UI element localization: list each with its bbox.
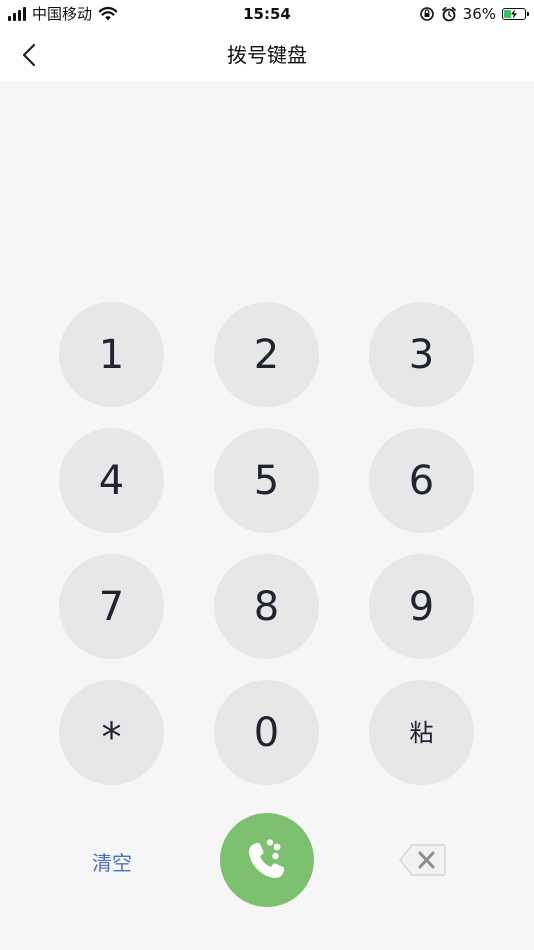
key-label: 3 xyxy=(408,331,435,378)
key-5[interactable]: 5 xyxy=(214,428,319,533)
key-label: 4 xyxy=(98,457,125,504)
dial-keypad: 1 2 3 4 5 6 7 8 9 * 0 粘 xyxy=(59,302,475,785)
battery-charging-icon xyxy=(502,8,529,20)
key-label: 粘 xyxy=(409,718,434,747)
key-label: * xyxy=(101,714,122,761)
backspace-icon xyxy=(399,844,446,876)
status-bar: 中国移动 15:54 36% xyxy=(0,0,534,28)
key-3[interactable]: 3 xyxy=(369,302,474,407)
key-1[interactable]: 1 xyxy=(59,302,164,407)
phone-icon xyxy=(249,839,285,878)
key-label: 1 xyxy=(98,331,125,378)
clear-button[interactable]: 清空 xyxy=(72,843,152,879)
paste-key[interactable]: 粘 xyxy=(369,680,474,785)
orientation-lock-icon xyxy=(419,7,434,21)
key-label: 9 xyxy=(408,583,435,630)
key-label: 6 xyxy=(408,457,435,504)
key-6[interactable]: 6 xyxy=(369,428,474,533)
call-button[interactable] xyxy=(220,813,314,907)
charging-bolt-icon xyxy=(511,9,517,19)
key-label: 8 xyxy=(253,583,280,630)
key-label: 0 xyxy=(253,709,280,756)
key-9[interactable]: 9 xyxy=(369,554,474,659)
battery-percent: 36% xyxy=(462,5,496,23)
key-label: 2 xyxy=(253,331,280,378)
key-label: 5 xyxy=(253,457,280,504)
page-title: 拨号键盘 xyxy=(227,43,307,67)
delete-button[interactable] xyxy=(398,843,446,877)
key-label: 7 xyxy=(98,583,125,630)
alarm-icon xyxy=(441,6,456,22)
key-4[interactable]: 4 xyxy=(59,428,164,533)
key-star[interactable]: * xyxy=(59,680,164,785)
nav-bar: 拨号键盘 xyxy=(0,28,534,82)
key-7[interactable]: 7 xyxy=(59,554,164,659)
key-2[interactable]: 2 xyxy=(214,302,319,407)
status-right: 36% xyxy=(419,5,529,23)
key-8[interactable]: 8 xyxy=(214,554,319,659)
key-0[interactable]: 0 xyxy=(214,680,319,785)
